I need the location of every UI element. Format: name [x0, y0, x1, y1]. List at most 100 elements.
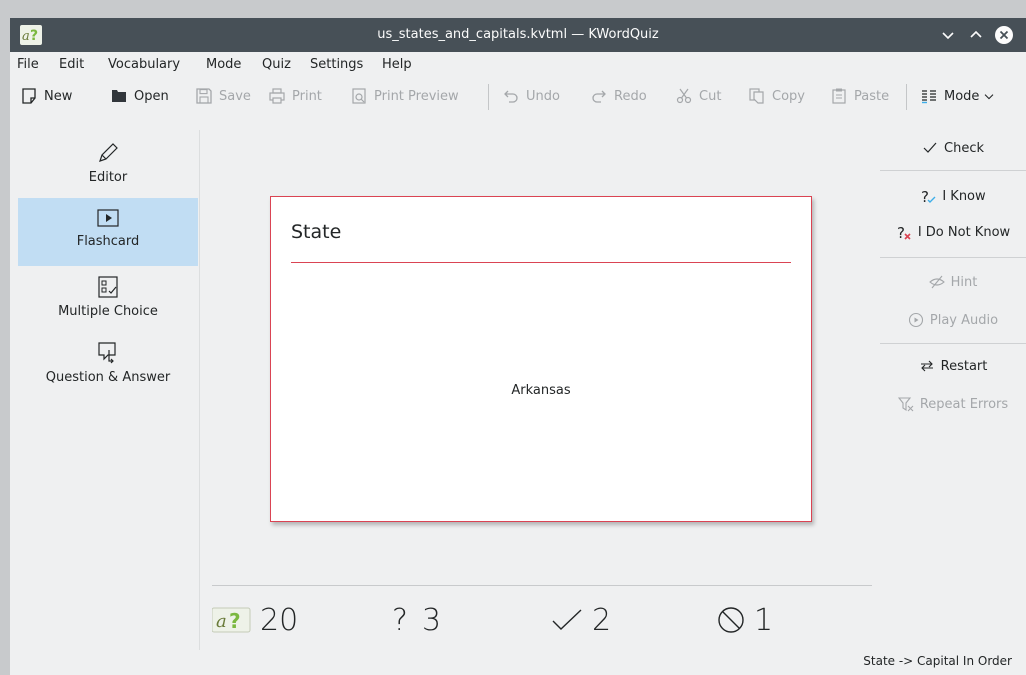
side-panel-border — [199, 130, 200, 650]
menu-bar: File Edit Vocabulary Mode Quiz Settings … — [10, 52, 1026, 78]
restart-icon — [920, 360, 933, 372]
title-bar[interactable]: a ? us_states_and_capitals.kvtml — KWord… — [10, 18, 1026, 52]
filter-errors-icon — [897, 397, 914, 412]
copy-label: Copy — [772, 88, 805, 104]
stat-errors: 1 — [716, 600, 773, 640]
menu-help[interactable]: Help — [382, 52, 412, 78]
mode-question-answer-label: Question & Answer — [45, 370, 171, 385]
question-check-icon: ? — [921, 188, 936, 204]
prohibited-icon — [718, 607, 744, 633]
restart-button[interactable]: Restart — [880, 352, 1026, 380]
print-preview-label: Print Preview — [374, 88, 459, 104]
menu-settings[interactable]: Settings — [310, 52, 363, 78]
checkmark-icon — [923, 142, 937, 153]
chevron-down-icon — [985, 94, 994, 100]
play-circle-icon — [908, 312, 923, 328]
stat-questions: ? 3 — [392, 600, 441, 640]
card-divider — [291, 262, 791, 263]
menu-mode[interactable]: Mode — [206, 52, 241, 78]
main-toolbar: New Open Save Print Print Preview Undo R… — [10, 78, 1026, 114]
repeat-errors-label: Repeat Errors — [919, 396, 1009, 412]
mode-label: Mode — [944, 88, 980, 104]
minimize-button[interactable] — [938, 25, 958, 45]
hint-hidden-icon — [928, 275, 945, 289]
paste-button[interactable]: Paste — [830, 78, 889, 114]
stat-errors-value: 1 — [754, 602, 774, 638]
print-icon — [269, 88, 285, 104]
actions-separator — [880, 170, 1026, 171]
stat-total-value: 20 — [260, 602, 299, 638]
undo-button[interactable]: Undo — [502, 78, 560, 114]
i-know-label: I Know — [942, 188, 986, 204]
play-audio-button[interactable]: Play Audio — [880, 306, 1026, 334]
open-label: Open — [134, 88, 169, 104]
mode-flashcard-label: Flashcard — [76, 234, 140, 249]
redo-button[interactable]: Redo — [590, 78, 647, 114]
actions-separator — [880, 343, 1026, 344]
hint-label: Hint — [950, 274, 978, 290]
undo-icon — [504, 90, 518, 103]
menu-quiz[interactable]: Quiz — [262, 52, 291, 78]
menu-vocabulary[interactable]: Vocabulary — [108, 52, 180, 78]
new-label: New — [44, 88, 73, 104]
menu-edit[interactable]: Edit — [59, 52, 84, 78]
redo-label: Redo — [614, 88, 647, 104]
save-button[interactable]: Save — [195, 78, 251, 114]
cut-button[interactable]: Cut — [675, 78, 721, 114]
flashcard[interactable]: State Arkansas — [270, 196, 812, 522]
save-label: Save — [219, 88, 251, 104]
repeat-errors-button[interactable]: Repeat Errors — [880, 390, 1026, 418]
svg-text:a: a — [216, 611, 227, 632]
save-icon — [196, 88, 212, 104]
mode-menu-button[interactable]: Mode — [920, 78, 995, 114]
maximize-button[interactable] — [966, 25, 986, 45]
card-heading: State — [291, 221, 342, 243]
check-label: Check — [944, 140, 984, 156]
mode-question-answer[interactable]: Question & Answer — [18, 340, 198, 402]
print-preview-button[interactable]: Print Preview — [350, 78, 459, 114]
svg-text:?: ? — [921, 188, 929, 204]
actions-separator — [880, 257, 1026, 258]
folder-icon — [112, 90, 126, 102]
stat-total: a ? 20 — [212, 600, 298, 640]
question-mark-icon: ? — [392, 602, 408, 638]
hint-button[interactable]: Hint — [880, 268, 1026, 296]
chevron-up-icon — [970, 30, 982, 38]
svg-text:?: ? — [229, 609, 241, 633]
paste-icon — [832, 88, 846, 104]
copy-button[interactable]: Copy — [748, 78, 805, 114]
new-document-icon — [22, 88, 36, 104]
question-cross-icon: ? — [897, 224, 911, 240]
mode-multiple-choice[interactable]: Multiple Choice — [18, 274, 198, 336]
pencil-icon — [99, 143, 118, 162]
i-know-button[interactable]: ? I Know — [880, 182, 1026, 210]
svg-text:?: ? — [897, 224, 905, 240]
mode-flashcard[interactable]: Flashcard — [18, 198, 198, 266]
open-button[interactable]: Open — [110, 78, 169, 114]
cut-label: Cut — [699, 88, 722, 104]
new-button[interactable]: New — [20, 78, 72, 114]
status-mode-text: State -> Capital In Order — [863, 654, 1012, 668]
stat-correct-value: 2 — [592, 602, 612, 638]
close-button[interactable] — [994, 25, 1014, 45]
checkmark-icon — [552, 609, 582, 630]
copy-icon — [749, 88, 764, 104]
play-icon — [97, 209, 119, 227]
paste-label: Paste — [854, 88, 890, 104]
i-do-not-know-button[interactable]: ? I Do Not Know — [880, 218, 1026, 246]
question-answer-icon — [98, 342, 116, 364]
app-window: a ? us_states_and_capitals.kvtml — KWord… — [10, 18, 1026, 675]
toolbar-separator — [488, 84, 489, 110]
score-divider — [212, 585, 872, 586]
toolbar-separator — [906, 84, 907, 110]
mode-editor[interactable]: Editor — [18, 140, 198, 200]
check-button[interactable]: Check — [880, 134, 1026, 162]
menu-file[interactable]: File — [17, 52, 39, 78]
print-preview-icon — [352, 88, 366, 104]
mode-list-icon — [922, 90, 936, 104]
print-button[interactable]: Print — [268, 78, 322, 114]
close-icon — [995, 26, 1013, 44]
card-word: Arkansas — [511, 383, 571, 398]
play-audio-label: Play Audio — [929, 312, 999, 328]
stat-correct: 2 — [550, 600, 611, 640]
